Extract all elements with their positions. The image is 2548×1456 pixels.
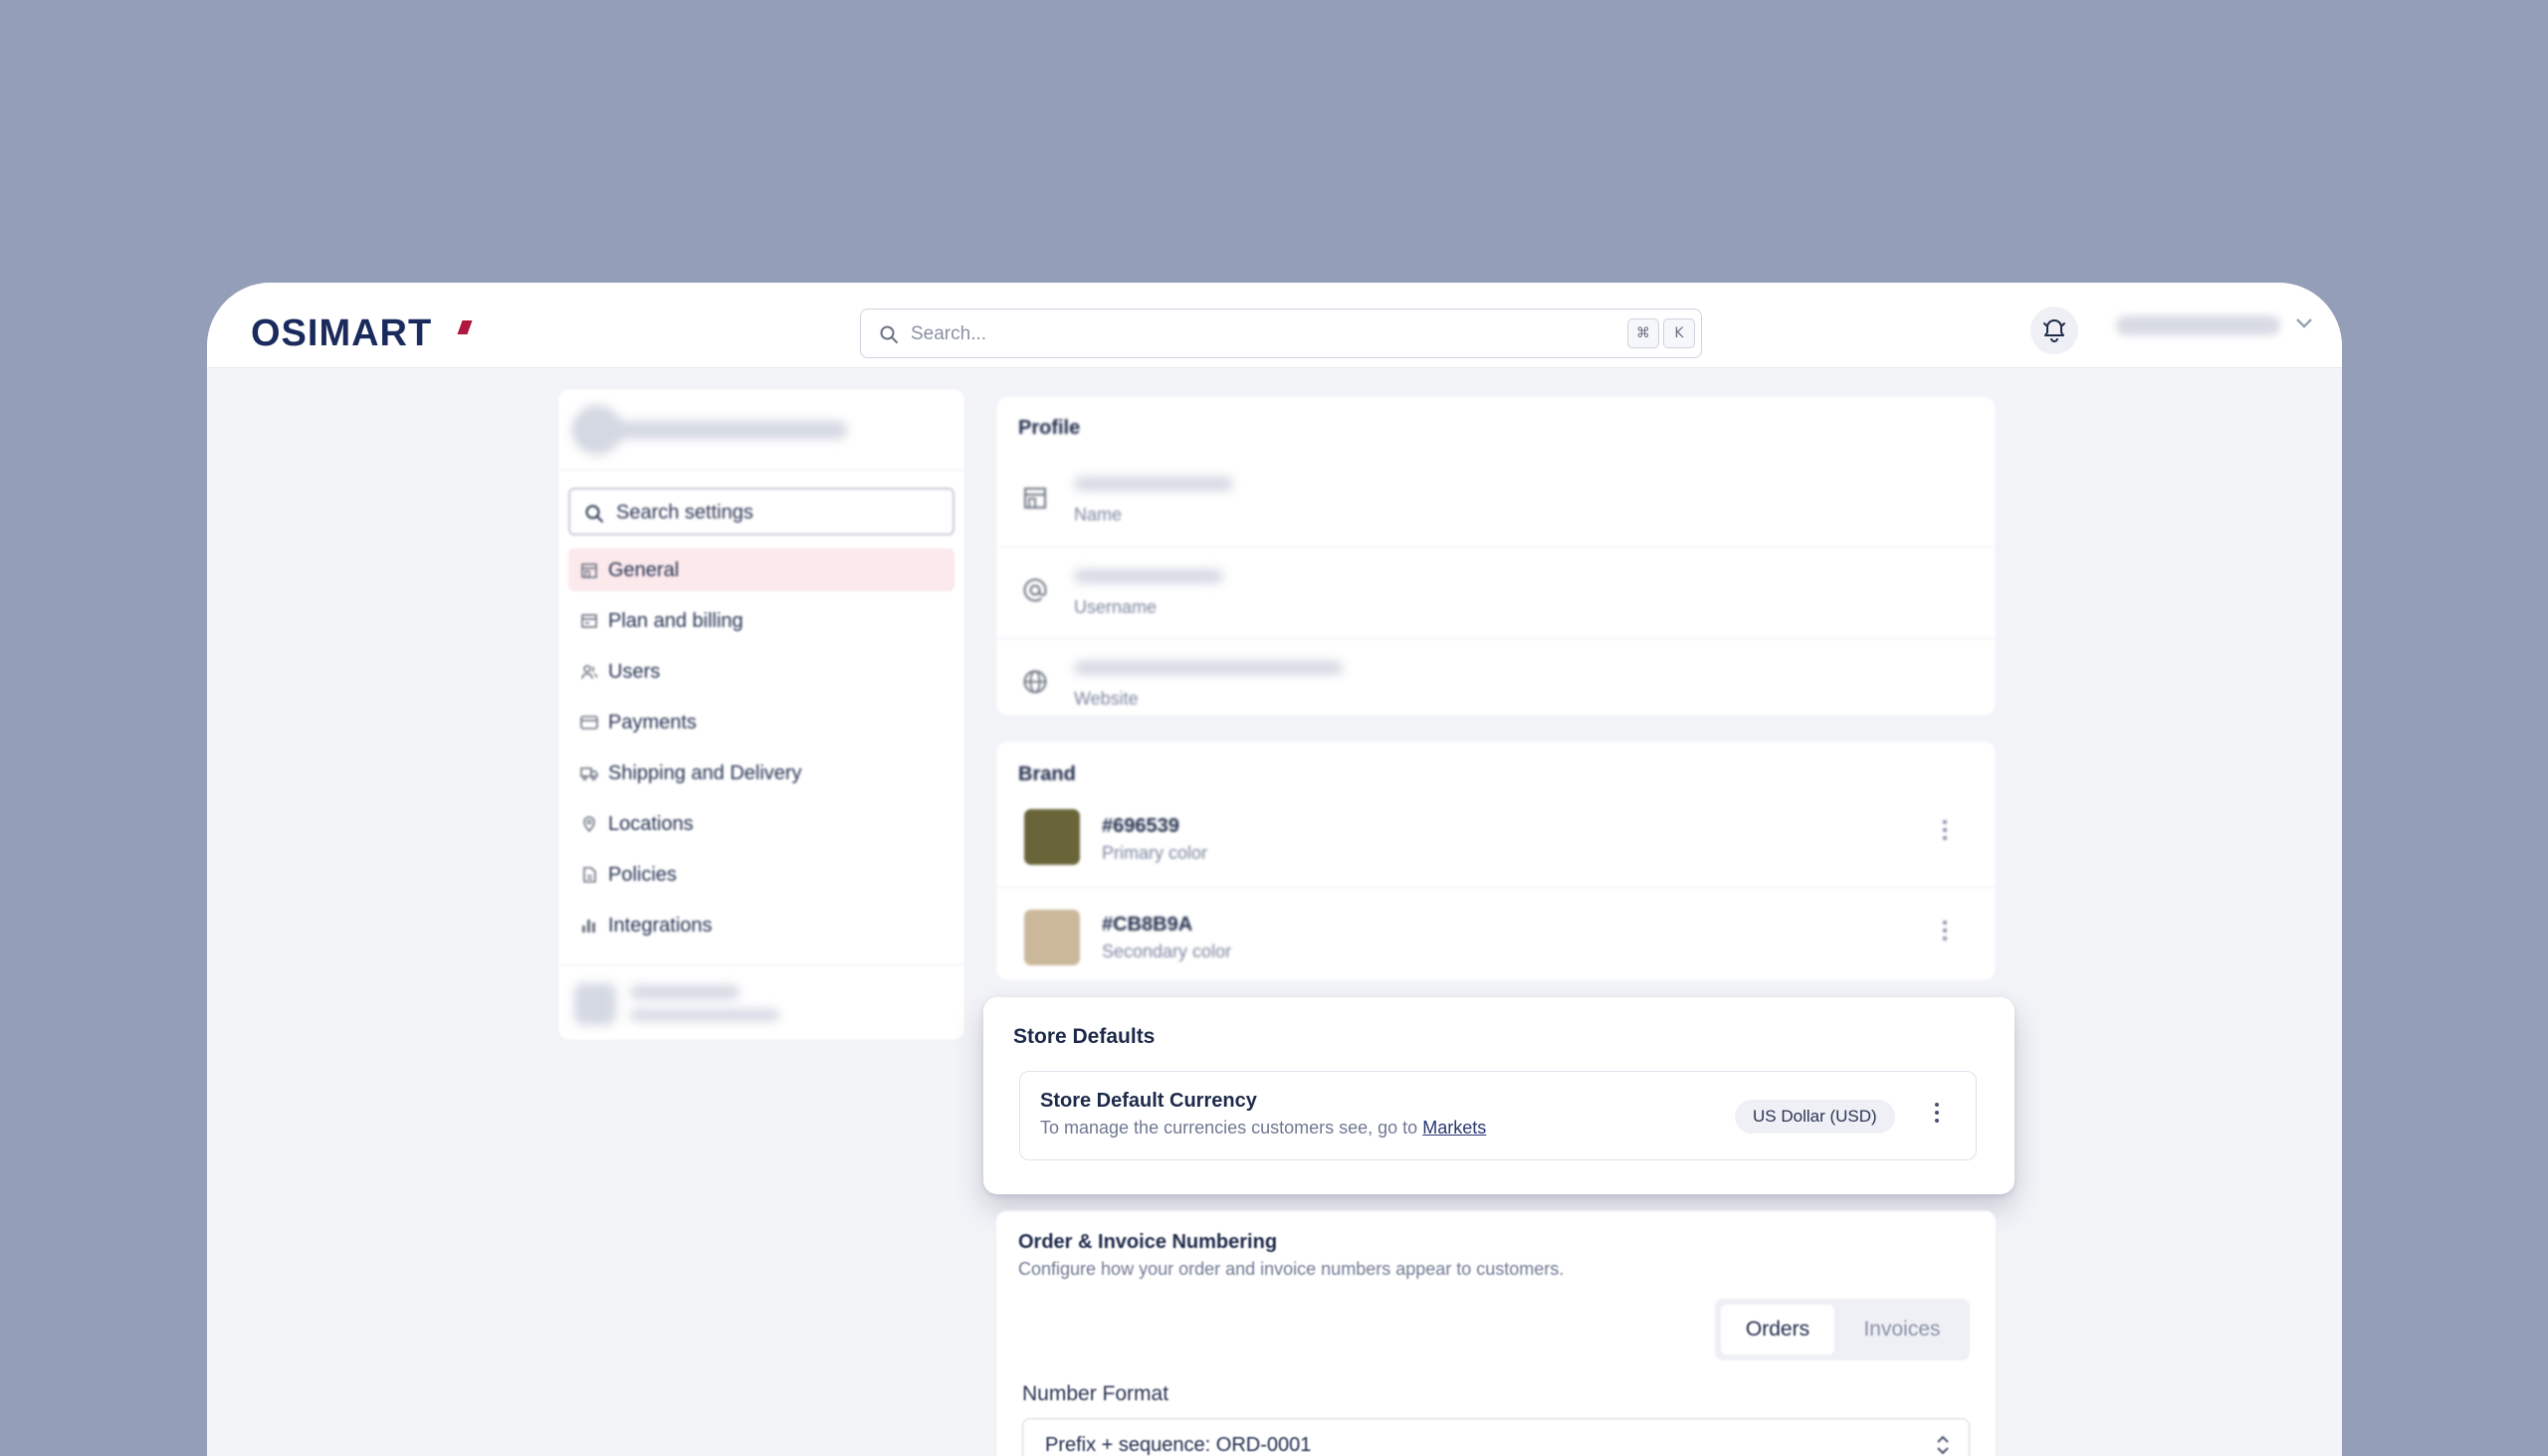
brand-card: Brand #696539 Primary color #CB8B9A Seco…	[995, 740, 1997, 981]
profile-name-label: Name	[1074, 505, 1123, 524]
settings-nav: General Plan and billing Users Payments …	[568, 548, 955, 954]
more-vertical-icon[interactable]	[1934, 1102, 1940, 1129]
settings-sidebar: Search settings General Plan and billing…	[557, 388, 965, 1041]
chart-icon	[580, 917, 598, 940]
sidebar-item-general[interactable]: General	[568, 548, 955, 591]
more-vertical-icon[interactable]	[1942, 819, 1952, 845]
chevron-down-icon[interactable]	[2295, 316, 2313, 334]
sidebar-item-plan-billing[interactable]: Plan and billing	[568, 599, 955, 642]
tab-invoices[interactable]: Invoices	[1842, 1305, 1962, 1354]
profile-card: Profile Name Username Website	[995, 396, 1997, 717]
secondary-color-row[interactable]: #CB8B9A Secondary color	[996, 887, 1996, 982]
primary-color-hex: #696539	[1102, 815, 1179, 837]
sidebar-item-integrations[interactable]: Integrations	[568, 904, 955, 946]
users-icon	[580, 663, 598, 687]
bell-icon	[2043, 319, 2065, 342]
default-currency-row: Store Default Currency To manage the cur…	[1019, 1071, 1977, 1160]
notifications-button[interactable]	[2030, 307, 2078, 354]
default-currency-title: Store Default Currency	[1040, 1090, 1257, 1112]
global-search-input[interactable]: Search... ⌘ K	[860, 309, 1702, 358]
store-name	[578, 421, 847, 439]
primary-color-swatch[interactable]	[1024, 809, 1080, 865]
at-icon	[1022, 577, 1048, 608]
settings-search-input[interactable]: Search settings	[568, 488, 955, 535]
app-window: OSIMART Search... ⌘ K Search settings Ge…	[207, 283, 2342, 1456]
brand-title: Brand	[1018, 763, 1076, 785]
secondary-color-swatch[interactable]	[1024, 910, 1080, 965]
user-name	[630, 985, 740, 999]
logo-mark	[457, 320, 473, 334]
chevron-up-down-icon	[1937, 1435, 1949, 1455]
profile-website-row[interactable]: Website	[996, 638, 1996, 718]
currency-badge: US Dollar (USD)	[1735, 1100, 1895, 1134]
profile-username-value	[1074, 569, 1223, 583]
secondary-color-label: Secondary color	[1102, 941, 1232, 961]
sidebar-item-shipping[interactable]: Shipping and Delivery	[568, 751, 955, 794]
secondary-color-hex: #CB8B9A	[1102, 914, 1193, 936]
numbering-title: Order & Invoice Numbering	[1018, 1231, 1278, 1253]
avatar	[574, 983, 616, 1025]
billing-icon	[580, 612, 598, 636]
sidebar-item-policies[interactable]: Policies	[568, 853, 955, 896]
store-defaults-title: Store Defaults	[1013, 1025, 1156, 1048]
profile-website-value	[1074, 661, 1343, 675]
default-currency-description: To manage the currencies customers see, …	[1040, 1118, 1487, 1138]
search-placeholder: Search...	[911, 323, 987, 344]
search-icon	[879, 324, 899, 349]
sidebar-item-users[interactable]: Users	[568, 650, 955, 693]
top-bar: OSIMART Search... ⌘ K	[207, 283, 2342, 368]
document-icon	[580, 866, 598, 890]
store-icon	[580, 561, 598, 585]
numbering-description: Configure how your order and invoice num…	[1018, 1259, 1565, 1279]
sidebar-item-payments[interactable]: Payments	[568, 701, 955, 743]
number-format-value: Prefix + sequence: ORD-0001	[1045, 1434, 1312, 1456]
pin-icon	[580, 815, 598, 839]
settings-search-label: Search settings	[616, 502, 753, 523]
number-format-select[interactable]: Prefix + sequence: ORD-0001	[1022, 1418, 1970, 1456]
number-format-label: Number Format	[1022, 1382, 1169, 1405]
primary-color-label: Primary color	[1102, 843, 1208, 863]
profile-title: Profile	[1018, 417, 1081, 439]
numbering-tabs: Orders Invoices	[1715, 1299, 1970, 1360]
profile-username-row[interactable]: Username	[996, 546, 1996, 638]
user-email	[630, 1009, 779, 1021]
search-icon	[585, 505, 603, 522]
user-footer[interactable]	[558, 964, 964, 1042]
account-menu[interactable]	[2116, 315, 2280, 335]
sidebar-item-locations[interactable]: Locations	[568, 802, 955, 845]
numbering-card: Order & Invoice Numbering Configure how …	[995, 1210, 1997, 1456]
profile-name-row[interactable]: Name	[996, 455, 1996, 546]
profile-website-label: Website	[1074, 689, 1139, 709]
more-vertical-icon[interactable]	[1942, 920, 1952, 945]
markets-link[interactable]: Markets	[1422, 1118, 1486, 1138]
profile-name-value	[1074, 477, 1233, 491]
profile-username-label: Username	[1074, 597, 1158, 617]
globe-icon	[1022, 669, 1048, 700]
card-icon	[580, 714, 598, 737]
store-icon	[1022, 485, 1048, 516]
store-header	[558, 389, 964, 471]
k-key-hint: K	[1663, 318, 1695, 348]
primary-color-row[interactable]: #696539 Primary color	[996, 799, 1996, 891]
logo: OSIMART	[251, 312, 433, 354]
truck-icon	[580, 764, 598, 788]
cmd-key-hint: ⌘	[1627, 318, 1659, 348]
store-defaults-card: Store Defaults Store Default Currency To…	[983, 997, 2015, 1194]
tab-orders[interactable]: Orders	[1721, 1305, 1834, 1354]
